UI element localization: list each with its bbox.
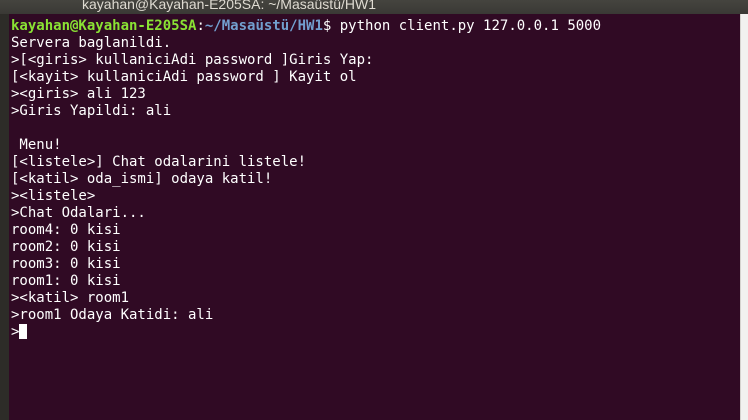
input-line[interactable]: >	[11, 324, 737, 341]
output-line: ><giris> ali 123	[11, 86, 146, 102]
terminal-scrollbar[interactable]	[740, 14, 748, 420]
output-line: >[<giris> kullaniciAdi password ]Giris Y…	[11, 52, 374, 68]
terminal-output[interactable]: kayahan@Kayahan-E205SA:~/Masaüstü/HW1$ p…	[11, 18, 737, 418]
output-line: ><listele>	[11, 188, 96, 204]
output-line: >room1 Odaya Katidi: ali	[11, 307, 214, 323]
input-prompt: >	[11, 324, 20, 340]
output-line: room4: 0 kisi	[11, 222, 121, 238]
prompt-command: python client.py 127.0.0.1 5000	[339, 18, 602, 34]
output-line: [<katil> oda_ismi] odaya katil!	[11, 171, 273, 187]
output-line: [<kayit> kullaniciAdi password ] Kayit o…	[11, 69, 357, 85]
text-cursor	[19, 324, 28, 339]
window-title: kayahan@Kayahan-E205SA: ~/Masaüstü/HW1	[82, 0, 376, 12]
prompt-line: kayahan@Kayahan-E205SA:~/Masaüstü/HW1$ p…	[11, 18, 737, 35]
window-left-edge	[0, 14, 9, 420]
output-line: room3: 0 kisi	[11, 256, 121, 272]
output-line: Servera baglanildi.	[11, 35, 172, 51]
output-line: room2: 0 kisi	[11, 239, 121, 255]
output-line: ><katil> room1	[11, 290, 130, 306]
output-line: >Chat Odalari...	[11, 205, 146, 221]
prompt-path: ~/Masaüstü/HW1	[204, 18, 323, 34]
prompt-symbol: $	[322, 18, 340, 34]
window-titlebar[interactable]: kayahan@Kayahan-E205SA: ~/Masaüstü/HW1	[0, 0, 748, 14]
prompt-user-host: kayahan@Kayahan-E205SA	[11, 18, 197, 34]
output-line: Menu!	[11, 137, 62, 153]
prompt-separator: :	[196, 18, 205, 34]
output-line: room1: 0 kisi	[11, 273, 121, 289]
output-line: [<listele>] Chat odalarini listele!	[11, 154, 307, 170]
output-line: >Giris Yapildi: ali	[11, 103, 172, 119]
